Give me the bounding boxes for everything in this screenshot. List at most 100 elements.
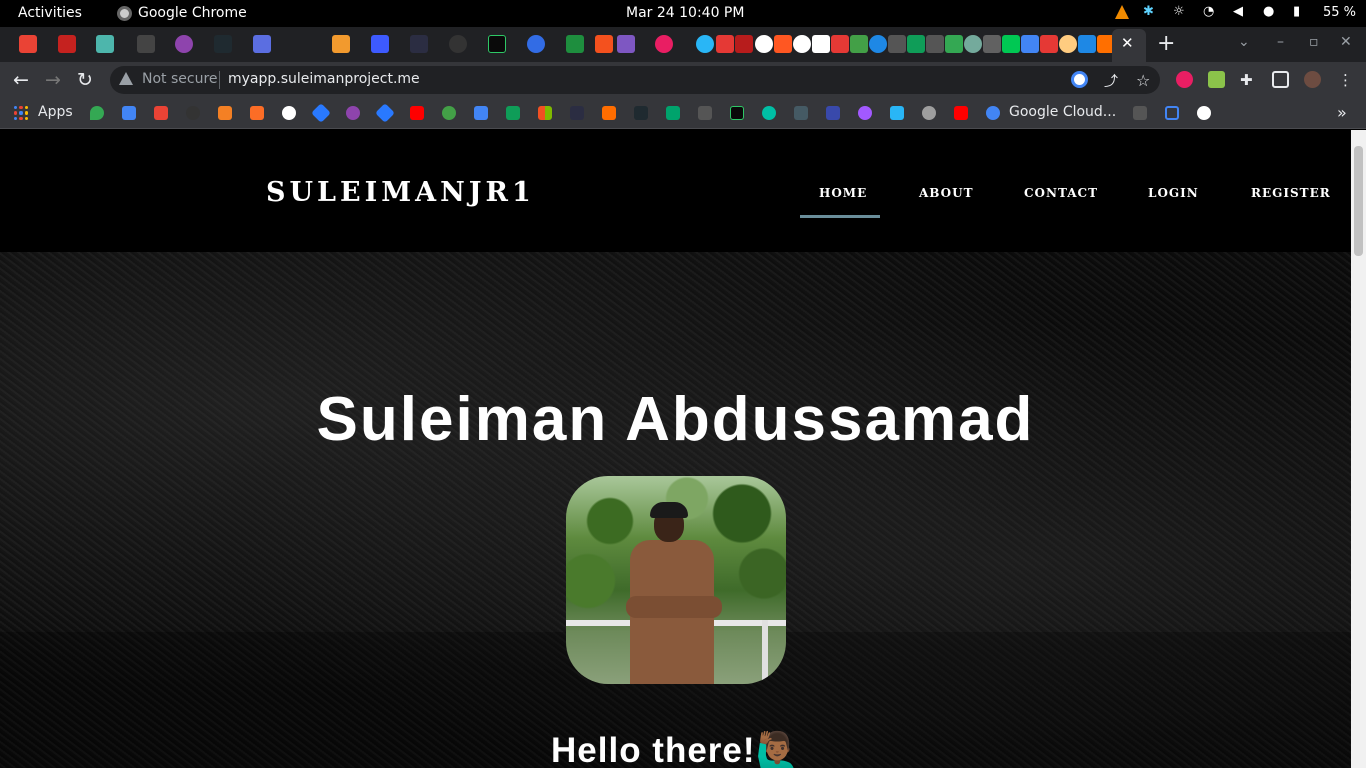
side-panel-icon[interactable] (1272, 71, 1289, 88)
bookmark-ub-icon[interactable] (794, 106, 808, 120)
tab-green-icon[interactable] (566, 35, 584, 53)
battery-icon[interactable]: ▮ (1293, 4, 1309, 20)
tab-gmail-icon-2[interactable] (58, 35, 76, 53)
tab-search-chevron-icon[interactable]: ⌄ (1238, 34, 1250, 50)
bookmark-blue-square-icon[interactable] (1165, 106, 1179, 120)
nav-home[interactable]: HOME (819, 186, 867, 200)
tab-zoho-icon[interactable] (716, 35, 734, 53)
bookmark-x-icon[interactable] (634, 106, 648, 120)
tab-kubernetes-icon[interactable] (527, 35, 545, 53)
bookmark-wifi-icon[interactable] (890, 106, 904, 120)
back-icon[interactable]: ← (13, 69, 29, 91)
bookmark-gitlab-icon[interactable] (250, 106, 264, 120)
tab-g-icon[interactable] (1078, 35, 1096, 53)
tab-hackerrank-icon[interactable] (488, 35, 506, 53)
activities-button[interactable]: Activities (18, 5, 82, 21)
bookmark-maps-icon[interactable] (90, 106, 104, 120)
warning-icon[interactable] (119, 72, 133, 85)
chrome-menu-icon[interactable]: ⋮ (1338, 71, 1355, 89)
tab-shield-icon[interactable] (735, 35, 753, 53)
bookmark-hackerrank-icon[interactable] (730, 106, 744, 120)
system-tray[interactable]: ✱ ☼ ◔ ◀ ● ▮ 55 % (1114, 4, 1356, 20)
bookmark-youtube-icon-2[interactable] (954, 106, 968, 120)
bookmark-c-icon[interactable] (762, 106, 776, 120)
tab-sheets-icon[interactable] (945, 35, 963, 53)
app-indicator[interactable]: Google Chrome (117, 5, 247, 21)
tab-pink-icon[interactable] (655, 35, 673, 53)
new-tab-icon[interactable]: + (1157, 31, 1175, 56)
volume-icon[interactable]: ◀ (1233, 4, 1249, 20)
clock[interactable]: Mar 24 10:40 PM (626, 5, 744, 21)
tab-github-icon[interactable] (449, 35, 467, 53)
bookmark-orange-icon[interactable] (602, 106, 616, 120)
tab-crown-icon[interactable] (888, 35, 906, 53)
tab-v-icon[interactable] (850, 35, 868, 53)
extensions-puzzle-icon[interactable]: ✚ (1240, 71, 1257, 89)
bookmark-r-icon[interactable] (826, 106, 840, 120)
nav-register[interactable]: REGISTER (1251, 186, 1331, 200)
bookmark-pin-icon[interactable] (922, 106, 936, 120)
tab-blue-globe-icon[interactable] (869, 35, 887, 53)
bookmark-w-icon[interactable] (666, 106, 680, 120)
minimize-icon[interactable]: – (1277, 34, 1284, 50)
tab-terminal-icon[interactable] (137, 35, 155, 53)
tab-translate-icon[interactable] (253, 35, 271, 53)
tab-z-icon[interactable] (1040, 35, 1058, 53)
bookmark-gmail-icon[interactable] (154, 106, 168, 120)
microphone-icon[interactable]: ● (1263, 4, 1279, 20)
tab-face-icon[interactable] (1059, 35, 1077, 53)
tab-red-t-icon[interactable] (831, 35, 849, 53)
bookmark-angular-icon[interactable] (570, 106, 584, 120)
tab-green-1-icon[interactable] (1002, 35, 1020, 53)
more-bookmarks-icon[interactable]: » (1337, 103, 1347, 122)
bookmark-stackoverflow-icon[interactable] (218, 106, 232, 120)
vlc-icon[interactable] (1114, 5, 1129, 19)
tab-vm-icon[interactable] (983, 35, 1001, 53)
window-close-icon[interactable]: ✕ (1340, 34, 1352, 50)
extension-red-icon[interactable] (1176, 71, 1193, 88)
tab-check-icon[interactable] (907, 35, 925, 53)
bookmark-udemy-icon[interactable] (346, 106, 360, 120)
bookmark-globe-icon[interactable] (282, 106, 296, 120)
bookmark-github-icon[interactable] (186, 106, 200, 120)
tab-angular-icon[interactable] (410, 35, 428, 53)
tab-notion-icon[interactable] (812, 35, 830, 53)
bookmark-folder-icon[interactable] (698, 106, 712, 120)
tab-orange-icon-2[interactable] (595, 35, 613, 53)
tab-docs-icon[interactable] (1021, 35, 1039, 53)
bookmark-globe-icon-2[interactable] (1197, 106, 1211, 120)
tab-globe-icon-2[interactable] (793, 35, 811, 53)
tab-crown-icon-2[interactable] (926, 35, 944, 53)
scrollbar-thumb[interactable] (1354, 146, 1363, 256)
share-icon[interactable]: ⤴ (1104, 71, 1121, 90)
tab-x-icon[interactable] (214, 35, 232, 53)
nav-login[interactable]: LOGIN (1148, 186, 1199, 200)
tab-app-icon[interactable] (96, 35, 114, 53)
extension-download-icon[interactable] (1208, 71, 1225, 88)
tab-cart-icon[interactable] (371, 35, 389, 53)
tab-red-icon[interactable] (774, 35, 792, 53)
security-label[interactable]: Not secure (142, 71, 218, 87)
url-text[interactable]: myapp.suleimanproject.me (228, 71, 420, 87)
tab-openai-icon[interactable] (964, 35, 982, 53)
bookmark-folder-icon-2[interactable] (1133, 106, 1147, 120)
bookmark-microsoft-icon[interactable] (538, 106, 552, 120)
restore-icon[interactable]: ▫ (1309, 34, 1319, 50)
tab-orange-icon[interactable] (332, 35, 350, 53)
google-lens-icon[interactable] (1071, 71, 1088, 88)
bookmark-youtube-icon[interactable] (410, 106, 424, 120)
bookmark-sheets-icon[interactable] (506, 106, 520, 120)
site-brand[interactable]: SULEIMANJR1 (266, 177, 535, 208)
close-tab-icon[interactable]: ✕ (1121, 34, 1134, 52)
bookmark-docs-icon[interactable] (474, 106, 488, 120)
profile-avatar[interactable] (1304, 71, 1321, 88)
bookmark-figma-icon[interactable] (858, 106, 872, 120)
forward-icon[interactable]: → (45, 69, 61, 91)
brightness-icon[interactable]: ☼ (1173, 4, 1189, 20)
bookmark-green-icon[interactable] (442, 106, 456, 120)
tab-gmail-icon[interactable] (19, 35, 37, 53)
tab-udemy-icon[interactable] (175, 35, 193, 53)
bookmark-star-icon[interactable]: ☆ (1136, 71, 1153, 90)
bookmark-translate-icon[interactable] (122, 106, 136, 120)
nav-about[interactable]: ABOUT (919, 186, 974, 200)
